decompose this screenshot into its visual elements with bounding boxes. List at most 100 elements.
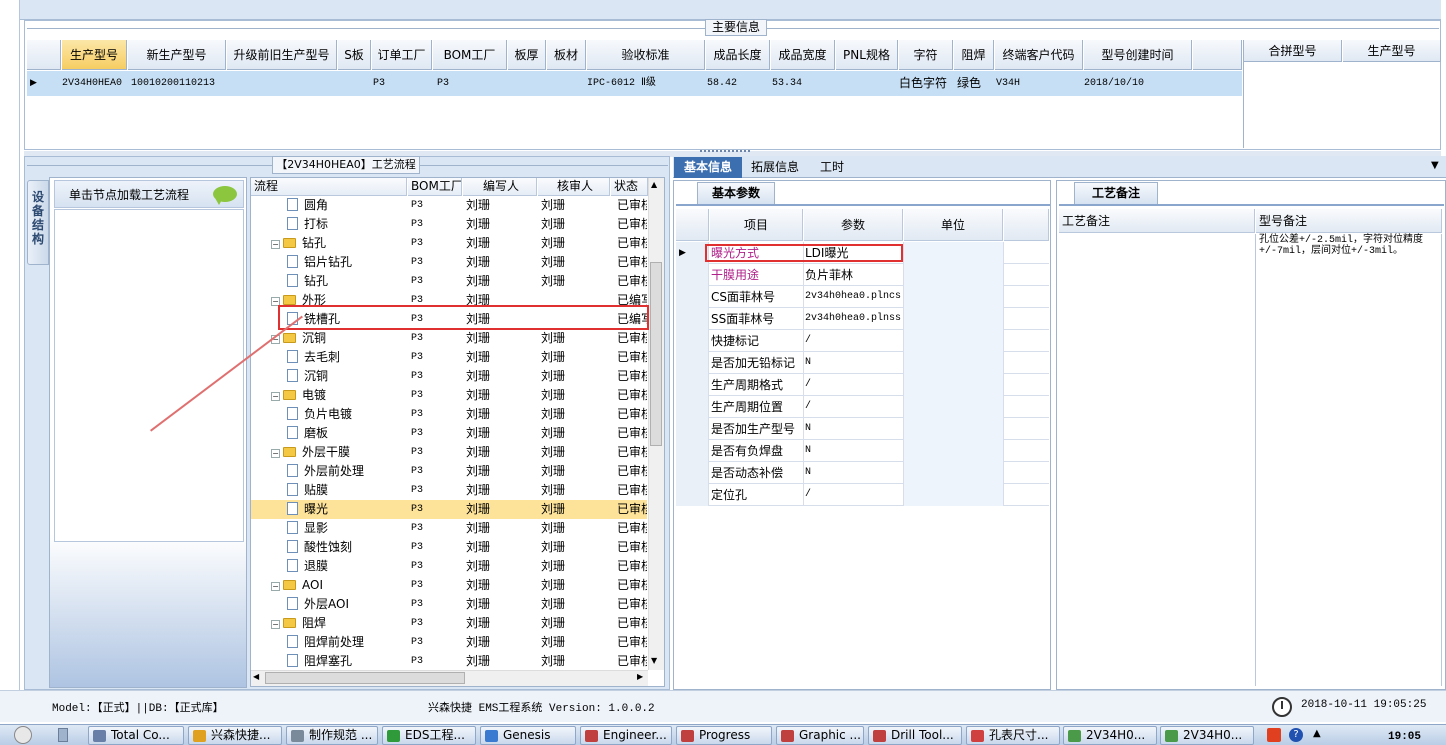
param-value[interactable]: 2v34h0hea0.plnss bbox=[804, 308, 904, 330]
row-selector[interactable] bbox=[676, 352, 709, 374]
col-header[interactable]: 升级前旧生产型号 bbox=[227, 40, 337, 70]
tree-row[interactable]: 钻孔 P3 刘珊 刘珊 已审核 bbox=[251, 272, 647, 291]
tree-row[interactable]: 铝片钻孔 P3 刘珊 刘珊 已审核 bbox=[251, 253, 647, 272]
help-icon[interactable]: ? bbox=[1289, 728, 1303, 742]
taskbar-item[interactable]: 孔表尺寸... bbox=[966, 726, 1060, 745]
row-selector[interactable] bbox=[676, 462, 709, 484]
model-note-cell[interactable] bbox=[1255, 234, 1442, 686]
start-icon[interactable] bbox=[14, 726, 32, 744]
tab-basic-info[interactable]: 基本信息 bbox=[674, 157, 742, 178]
param-unit[interactable] bbox=[904, 242, 1004, 264]
row-selector[interactable] bbox=[676, 440, 709, 462]
taskbar-item[interactable]: EDS工程... bbox=[382, 726, 476, 745]
param-unit[interactable] bbox=[904, 286, 1004, 308]
cell-customer[interactable]: V34H bbox=[996, 71, 1082, 96]
row-selector[interactable] bbox=[676, 484, 709, 506]
collapse-icon[interactable]: − bbox=[271, 240, 280, 249]
cell-new-model[interactable]: 10010200110213 bbox=[131, 71, 227, 96]
row-selector-header[interactable] bbox=[27, 40, 61, 70]
tab-craft-notes[interactable]: 工艺备注 bbox=[1074, 182, 1158, 204]
model-note-text[interactable]: 孔位公差+/-2.5mil，字符对位精度+/-7mil，层间对位+/-3mil。 bbox=[1259, 235, 1429, 257]
node-list[interactable] bbox=[54, 209, 244, 542]
tree-row[interactable]: − 阻焊 P3 刘珊 刘珊 已审核 bbox=[251, 614, 647, 633]
taskbar-item[interactable]: 2V34H0... bbox=[1063, 726, 1157, 745]
param-value[interactable]: / bbox=[804, 374, 904, 396]
row-selector[interactable] bbox=[676, 418, 709, 440]
taskbar-item[interactable]: Total Co... bbox=[88, 726, 184, 745]
param-unit[interactable] bbox=[904, 418, 1004, 440]
taskbar-item[interactable]: Engineer... bbox=[580, 726, 672, 745]
scroll-left-icon[interactable]: ◀ bbox=[253, 672, 259, 681]
param-value[interactable]: N bbox=[804, 462, 904, 484]
splitter-grip[interactable] bbox=[700, 150, 750, 154]
col-header[interactable]: 板厚 bbox=[508, 40, 546, 70]
param-row[interactable]: 快捷标记 / bbox=[676, 330, 1049, 352]
scroll-thumb[interactable] bbox=[265, 672, 465, 684]
tree-row[interactable]: 外层前处理 P3 刘珊 刘珊 已审核 bbox=[251, 462, 647, 481]
tree-col-header[interactable]: 编写人 bbox=[463, 178, 537, 196]
cell-acceptance[interactable]: IPC-6012 Ⅱ级 bbox=[587, 71, 705, 96]
cell-char[interactable]: 白色字符 bbox=[899, 71, 953, 96]
param-unit[interactable] bbox=[904, 440, 1004, 462]
tree-row[interactable]: 外层AOI P3 刘珊 刘珊 已审核 bbox=[251, 595, 647, 614]
col-header[interactable]: 字符 bbox=[899, 40, 953, 70]
param-value[interactable]: N bbox=[804, 418, 904, 440]
col-header[interactable]: 订单工厂 bbox=[372, 40, 432, 70]
taskbar-item[interactable]: Genesis bbox=[480, 726, 576, 745]
craft-col-header[interactable]: 型号备注 bbox=[1256, 209, 1442, 233]
row-selector[interactable] bbox=[676, 264, 709, 286]
param-row[interactable]: 是否有负焊盘 N bbox=[676, 440, 1049, 462]
tree-row[interactable]: 去毛刺 P3 刘珊 刘珊 已审核 bbox=[251, 348, 647, 367]
col-header[interactable]: 成品宽度 bbox=[771, 40, 835, 70]
param-value[interactable]: N bbox=[804, 440, 904, 462]
col-header[interactable]: 型号创建时间 bbox=[1084, 40, 1192, 70]
scroll-up-icon[interactable]: ▲ bbox=[651, 180, 657, 189]
collapse-icon[interactable]: − bbox=[271, 582, 280, 591]
param-unit[interactable] bbox=[904, 264, 1004, 286]
param-row[interactable]: 是否动态补偿 N bbox=[676, 462, 1049, 484]
tree-col-header[interactable]: 流程 bbox=[251, 178, 407, 196]
param-unit[interactable] bbox=[904, 330, 1004, 352]
cell-length[interactable]: 58.42 bbox=[707, 71, 769, 96]
param-value[interactable]: / bbox=[804, 330, 904, 352]
col-header[interactable]: 验收标准 bbox=[587, 40, 705, 70]
tree-row[interactable]: −沉铜 P3 刘珊 刘珊 已审核 bbox=[251, 329, 647, 348]
params-col-header[interactable]: 参数 bbox=[804, 209, 903, 241]
param-unit[interactable] bbox=[904, 396, 1004, 418]
col-header[interactable]: S板 bbox=[338, 40, 371, 70]
tree-col-header[interactable]: 状态 bbox=[611, 178, 648, 196]
col-header[interactable]: 阻焊 bbox=[954, 40, 994, 70]
param-row[interactable]: SS面菲林号 2v34h0hea0.plnss bbox=[676, 308, 1049, 330]
row-selector[interactable] bbox=[676, 286, 709, 308]
taskbar-clock[interactable]: 19:05 bbox=[1388, 731, 1421, 743]
main-info-grid[interactable]: 生产型号 新生产型号 升级前旧生产型号 S板 订单工厂 BOM工厂 板厚 板材 … bbox=[27, 40, 1242, 148]
row-selector[interactable] bbox=[676, 374, 709, 396]
cell-order-factory[interactable]: P3 bbox=[373, 71, 433, 96]
tree-row[interactable]: 阻焊塞孔 P3 刘珊 刘珊 已审核 bbox=[251, 652, 647, 671]
tree-row[interactable]: 退膜 P3 刘珊 刘珊 已审核 bbox=[251, 557, 647, 576]
col-header[interactable]: 成品长度 bbox=[706, 40, 770, 70]
scroll-down-icon[interactable]: ▼ bbox=[651, 656, 657, 665]
param-value[interactable]: 2v34h0hea0.plncs bbox=[804, 286, 904, 308]
taskbar-item[interactable]: Graphic ... bbox=[776, 726, 864, 745]
param-unit[interactable] bbox=[904, 484, 1004, 506]
tree-row[interactable]: − 钻孔 P3 刘珊 刘珊 已审核 bbox=[251, 234, 647, 253]
col-header[interactable]: 生产型号 bbox=[1343, 40, 1441, 62]
param-value[interactable]: / bbox=[804, 396, 904, 418]
cell-bom-factory[interactable]: P3 bbox=[437, 71, 507, 96]
tree-col-header[interactable]: 核审人 bbox=[538, 178, 610, 196]
col-header[interactable]: PNL规格 bbox=[836, 40, 898, 70]
tree-row[interactable]: − AOI P3 刘珊 刘珊 已审核 bbox=[251, 576, 647, 595]
param-row[interactable]: 定位孔 / bbox=[676, 484, 1049, 506]
collapse-icon[interactable]: − bbox=[271, 449, 280, 458]
params-col-header[interactable]: 项目 bbox=[710, 209, 803, 241]
param-value[interactable]: 负片菲林 bbox=[804, 264, 904, 286]
param-unit[interactable] bbox=[904, 462, 1004, 484]
param-row[interactable]: 生产周期位置 / bbox=[676, 396, 1049, 418]
craft-col-header[interactable]: 工艺备注 bbox=[1059, 209, 1255, 233]
tab-work-hours[interactable]: 工时 bbox=[812, 157, 852, 178]
scroll-right-icon[interactable]: ▶ bbox=[637, 672, 643, 681]
tab-basic-params[interactable]: 基本参数 bbox=[697, 182, 775, 204]
tray-app-icon[interactable] bbox=[1267, 728, 1281, 742]
params-col-header[interactable]: 单位 bbox=[904, 209, 1003, 241]
